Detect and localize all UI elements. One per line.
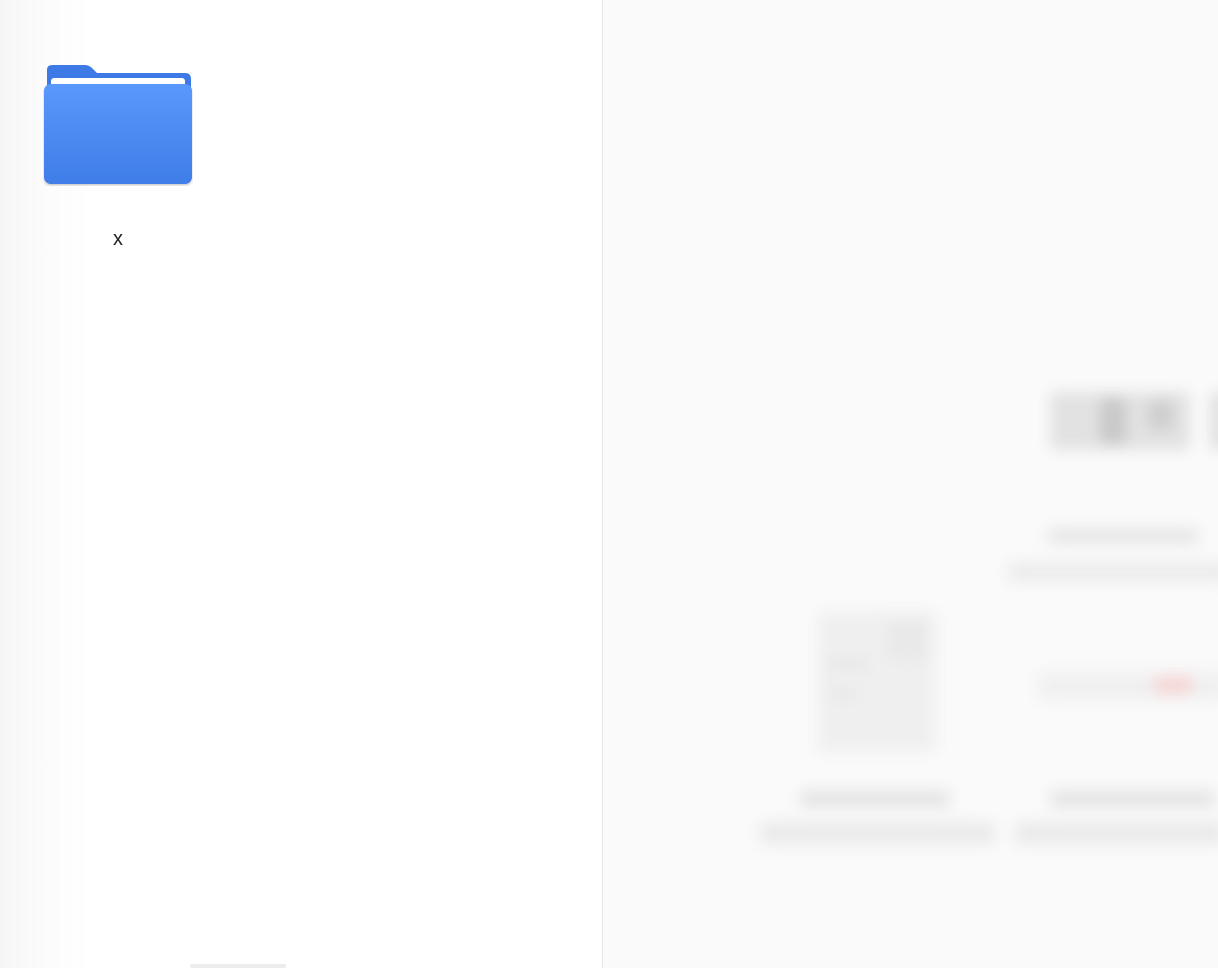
blurred-caption [1050, 790, 1215, 808]
blurred-document-corner [888, 620, 928, 660]
blurred-caption [1015, 822, 1218, 844]
folder-icon [44, 65, 192, 184]
file-browser-pane: x [0, 0, 602, 968]
blurred-red-accent [1153, 676, 1193, 694]
blurred-thumbnail-edge [1211, 392, 1218, 450]
blurred-caption [800, 790, 950, 808]
folder-label: x [113, 228, 123, 250]
blurred-document-line [828, 690, 858, 698]
blurred-caption [1008, 562, 1218, 582]
blurred-background-pane [603, 0, 1218, 968]
blurred-content [603, 0, 1218, 968]
blurred-document-line [828, 660, 868, 668]
scroll-hint [190, 964, 286, 968]
screen: x [0, 0, 1218, 968]
folder-item-x[interactable]: x [40, 60, 196, 260]
blurred-caption [760, 822, 995, 844]
blurred-caption [1048, 528, 1198, 544]
blurred-thumbnail-accent [1148, 400, 1174, 430]
blurred-thumbnail-accent [1100, 398, 1126, 444]
